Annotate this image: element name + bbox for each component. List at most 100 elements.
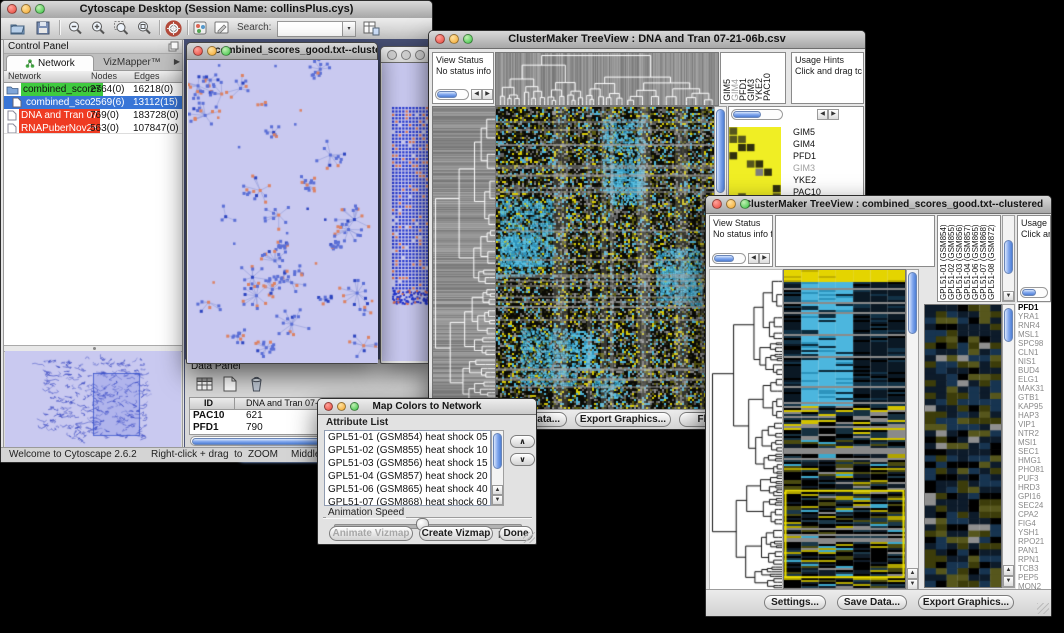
main-titlebar[interactable]: Cytoscape Desktop (Session Name: collins… xyxy=(1,1,432,19)
export-graphics-button[interactable]: Export Graphics... xyxy=(918,595,1014,610)
row-dendrogram-canvas[interactable] xyxy=(709,269,783,591)
attribute-item[interactable]: GPL51-06 (GSM865) heat shock 40 min xyxy=(325,483,490,496)
column-label[interactable]: GPL51-08 (GSM872) xyxy=(988,216,996,300)
column-labels-panel[interactable]: GIM5GIM4PFD1GIM3YKE2PAC10 xyxy=(720,52,786,104)
gene-label[interactable]: MSL1 xyxy=(1018,330,1051,339)
animate-vizmap-button[interactable]: Animate Vizmap xyxy=(329,526,413,541)
grid-network-canvas[interactable] xyxy=(382,63,432,361)
scroll-right-icon[interactable]: ▶ xyxy=(482,89,493,100)
scroll-up-icon[interactable]: ▲ xyxy=(492,485,503,495)
tab-overflow-icon[interactable]: ▶ xyxy=(174,57,180,66)
tab-vizmapper[interactable]: VizMapper™ xyxy=(94,55,170,70)
resize-grip[interactable] xyxy=(523,532,535,543)
data-col-id[interactable]: ID xyxy=(204,398,213,409)
delete-attribute-icon[interactable] xyxy=(247,375,265,393)
gene-label[interactable]: RNR4 xyxy=(1018,321,1051,330)
column-label[interactable]: YKE2 xyxy=(755,53,763,101)
minimize-icon[interactable] xyxy=(337,402,346,411)
gene-label[interactable]: HRD3 xyxy=(1018,483,1051,492)
settings-button[interactable]: Settings... xyxy=(764,595,826,610)
move-up-button[interactable]: ∧ xyxy=(510,435,535,448)
open-session-icon[interactable] xyxy=(9,20,26,36)
attribute-item[interactable]: GPL51-04 (GSM857) heat shock 20 min xyxy=(325,470,490,483)
attribute-list[interactable]: GPL51-01 (GSM854) heat shock 05 minGPL51… xyxy=(324,430,491,506)
attribute-item[interactable]: GPL51-02 (GSM855) heat shock 10 min xyxy=(325,444,490,457)
zoom-heatmap-canvas[interactable] xyxy=(924,304,1002,588)
attribute-table-icon[interactable] xyxy=(195,375,215,393)
gene-label[interactable]: SEC1 xyxy=(1018,447,1051,456)
view-status-scrollbar[interactable] xyxy=(435,89,469,100)
close-icon[interactable] xyxy=(193,46,203,56)
gene-label[interactable]: YKE2 xyxy=(793,174,821,186)
scroll-left-icon[interactable]: ◀ xyxy=(471,89,482,100)
gene-label[interactable]: CPA2 xyxy=(1018,510,1051,519)
gene-label[interactable]: NTR2 xyxy=(1018,429,1051,438)
gene-label[interactable]: BUD4 xyxy=(1018,366,1051,375)
column-label[interactable]: GPL51-06 (GSM865) xyxy=(972,216,980,300)
scroll-down-icon[interactable]: ▼ xyxy=(1003,576,1014,587)
maximize-icon[interactable] xyxy=(415,50,425,60)
scrollbar-thumb[interactable] xyxy=(1022,289,1036,296)
column-dendrogram-canvas[interactable] xyxy=(495,52,719,106)
col-nodes[interactable]: Nodes xyxy=(91,71,117,82)
gene-label[interactable]: PUF3 xyxy=(1018,474,1051,483)
scrollbar-thumb[interactable] xyxy=(437,91,457,98)
column-label[interactable]: GPL51-04 (GSM857) xyxy=(964,216,972,300)
gene-label[interactable]: MON2 xyxy=(1018,582,1051,589)
zoom-fit-icon[interactable] xyxy=(136,20,153,36)
global-heatmap-canvas[interactable] xyxy=(495,106,715,411)
network-window-titlebar[interactable]: combined_scores_good.txt--cluste... xyxy=(187,43,377,60)
gene-label[interactable]: MAK31 xyxy=(1018,384,1051,393)
column-label[interactable]: GIM5 xyxy=(723,53,731,101)
gene-label[interactable]: PAN1 xyxy=(1018,546,1051,555)
maximize-icon[interactable] xyxy=(463,34,473,44)
gene-label[interactable]: PHO81 xyxy=(1018,465,1051,474)
column-label[interactable]: GPL51-01 (GSM854) xyxy=(940,216,948,300)
column-label[interactable]: PFD1 xyxy=(739,53,747,101)
save-data-button[interactable]: Save Data... xyxy=(837,595,907,610)
scroll-up-icon[interactable]: ▲ xyxy=(907,568,918,579)
gene-label[interactable]: GIM5 xyxy=(793,126,821,138)
view-status-scrollbar[interactable] xyxy=(712,253,746,264)
gene-label[interactable]: MSI1 xyxy=(1018,438,1051,447)
zoom-matrix-canvas[interactable] xyxy=(729,127,781,201)
scroll-right-icon[interactable]: ▶ xyxy=(759,253,770,264)
gene-label[interactable]: RPN1 xyxy=(1018,555,1051,564)
create-vizmap-button[interactable]: Create Vizmap xyxy=(419,526,493,541)
gene-label[interactable]: ELG1 xyxy=(1018,375,1051,384)
vizmapper-icon[interactable] xyxy=(193,21,208,35)
network-row-combined-sco-selected[interactable]: combined_sco 2569(6) 13112(15) xyxy=(4,96,182,109)
column-label[interactable]: GIM3 xyxy=(747,53,755,101)
scrollbar-thumb[interactable] xyxy=(716,109,725,193)
column-label[interactable]: GPL51-03 (GSM856) xyxy=(956,216,964,300)
gene-label[interactable]: RPO21 xyxy=(1018,537,1051,546)
minimize-icon[interactable] xyxy=(449,34,459,44)
scrollbar-thumb[interactable] xyxy=(733,111,761,118)
help-icon[interactable] xyxy=(165,20,182,37)
treeview-combined-titlebar[interactable]: ClusterMaker TreeView : combined_scores_… xyxy=(706,196,1051,214)
move-down-button[interactable]: ∨ xyxy=(510,453,535,466)
gene-label[interactable]: FIG4 xyxy=(1018,519,1051,528)
column-labels-panel[interactable]: GPL51-01 (GSM854)GPL51-02 (GSM855)GPL51-… xyxy=(937,215,1001,302)
import-table-icon[interactable] xyxy=(363,20,380,36)
zoom-selected-icon[interactable] xyxy=(113,20,130,36)
maximize-icon[interactable] xyxy=(350,402,359,411)
resize-grip[interactable] xyxy=(1037,603,1049,614)
network-overview-canvas[interactable] xyxy=(5,351,181,449)
zoom-hscrollbar[interactable] xyxy=(731,109,783,120)
heatmap-vscrollbar[interactable]: ▲ ▼ xyxy=(906,269,919,591)
gene-label[interactable]: NIS1 xyxy=(1018,357,1051,366)
column-label[interactable]: GPL51-02 (GSM855) xyxy=(948,216,956,300)
gene-label[interactable]: GIM3 xyxy=(793,162,821,174)
gene-label[interactable]: TCB3 xyxy=(1018,564,1051,573)
gene-label[interactable]: HMG1 xyxy=(1018,456,1051,465)
close-icon[interactable] xyxy=(435,34,445,44)
new-attribute-icon[interactable] xyxy=(221,375,239,393)
gene-label[interactable]: PEP5 xyxy=(1018,573,1051,582)
scrollbar-thumb[interactable] xyxy=(1004,308,1013,342)
search-dropdown-icon[interactable]: ▾ xyxy=(342,21,356,37)
gene-label[interactable]: YSH1 xyxy=(1018,528,1051,537)
scroll-right-icon[interactable]: ▶ xyxy=(828,109,839,120)
maximize-icon[interactable] xyxy=(740,199,750,209)
gene-label[interactable]: PFD1 xyxy=(793,150,821,162)
